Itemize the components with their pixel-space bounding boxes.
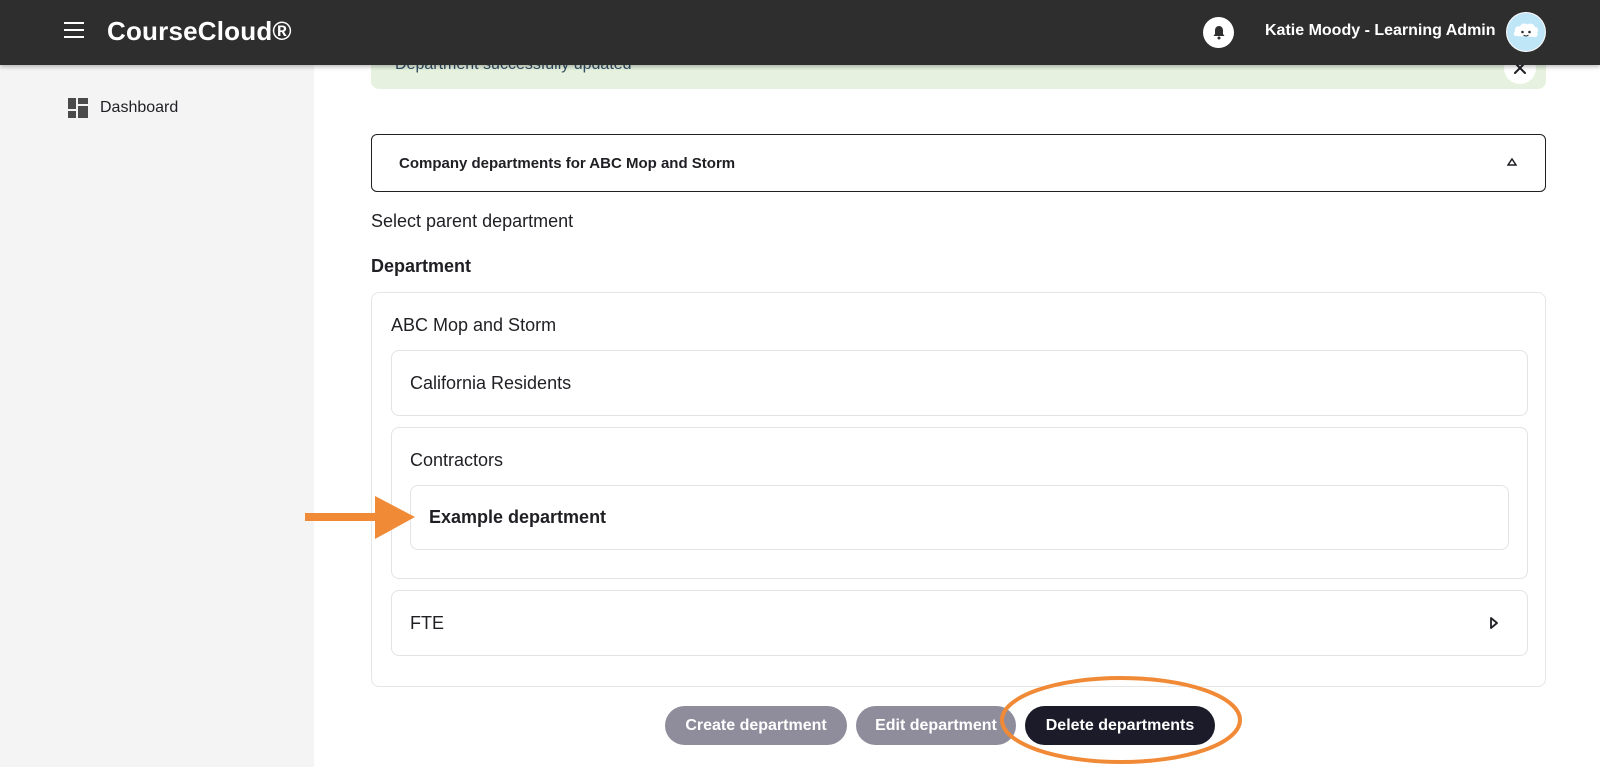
tree-item-example-department[interactable]: Example department: [410, 485, 1509, 550]
department-heading: Department: [371, 256, 472, 276]
app-title[interactable]: CourseCloud®: [107, 16, 292, 47]
accordion-title: Company departments for ABC Mop and Stor…: [399, 155, 736, 172]
annotation-arrow-icon: [305, 496, 415, 539]
annotation-circle-icon: [1000, 676, 1242, 764]
select-parent-label: Select parent department: [371, 211, 574, 231]
tree-item-label: Contractors: [410, 450, 504, 470]
bell-icon[interactable]: [1203, 17, 1234, 48]
top-bar: CourseCloud® Katie Moody - Learning Admi…: [0, 0, 1600, 65]
create-department-button[interactable]: Create department: [665, 706, 847, 745]
chevron-up-icon: [1507, 158, 1517, 166]
tree-item-california-residents[interactable]: California Residents: [391, 350, 1528, 416]
dashboard-icon: [68, 98, 88, 118]
tree-item-contractors[interactable]: Contractors Example department: [391, 427, 1528, 579]
sidebar-item-label: Dashboard: [100, 99, 179, 116]
user-name[interactable]: Katie Moody - Learning Admin: [1265, 22, 1496, 40]
tree-item-fte[interactable]: FTE: [391, 590, 1528, 656]
avatar[interactable]: [1506, 12, 1546, 52]
tree-root-item[interactable]: ABC Mop and Storm: [391, 315, 556, 336]
tree-item-label: Example department: [429, 507, 607, 527]
departments-accordion[interactable]: Company departments for ABC Mop and Stor…: [371, 134, 1546, 192]
edit-department-button[interactable]: Edit department: [856, 706, 1016, 745]
avatar-icon: [1507, 13, 1545, 51]
sidebar: Dashboard: [0, 65, 314, 767]
expand-arrow-icon[interactable]: [1489, 616, 1499, 630]
sidebar-item-dashboard[interactable]: Dashboard: [68, 98, 178, 118]
department-tree: ABC Mop and Storm California Residents C…: [371, 292, 1546, 687]
tree-item-label: FTE: [410, 613, 444, 633]
tree-item-label: California Residents: [410, 373, 572, 393]
menu-icon[interactable]: [64, 22, 86, 40]
